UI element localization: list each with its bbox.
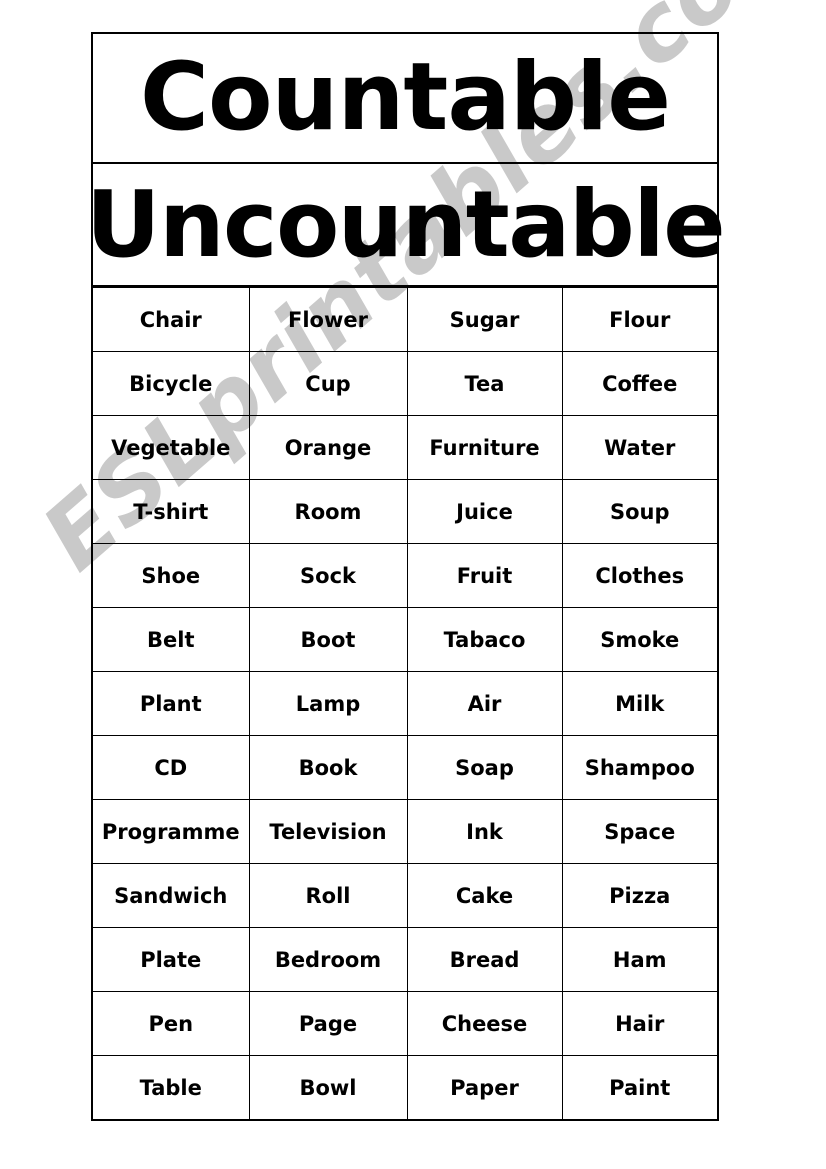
word-cell: Vegetable <box>93 415 250 480</box>
countable-header-band: Countable <box>93 34 717 162</box>
word-cell: Juice <box>406 479 563 544</box>
word-cell: Paint <box>561 1055 717 1119</box>
word-cell: Plant <box>93 671 250 736</box>
word-cell: Fruit <box>406 543 563 608</box>
countable-heading: Countable <box>139 43 671 152</box>
word-cell: Furniture <box>406 415 563 480</box>
word-cell: Space <box>561 799 717 864</box>
word-cell: Sandwich <box>93 863 250 928</box>
table-row: Vegetable Orange Furniture Water <box>93 415 717 480</box>
uncountable-header-band: Uncountable <box>86 162 726 287</box>
word-cell: Ink <box>406 799 563 864</box>
word-cell: Hair <box>561 991 717 1056</box>
word-cell: Paper <box>406 1055 563 1119</box>
word-cell: Plate <box>93 927 250 992</box>
table-row: Pen Page Cheese Hair <box>93 991 717 1056</box>
word-cell: Soup <box>561 479 717 544</box>
word-cell: Bowl <box>248 1055 408 1119</box>
word-cell: Milk <box>561 671 717 736</box>
worksheet-sheet: Countable Uncountable Chair Flower Sugar Fl… <box>86 32 726 1121</box>
word-cell: Clothes <box>561 543 717 608</box>
table-row: Bicycle Cup Tea Coffee <box>93 351 717 416</box>
word-cell: Roll <box>248 863 408 928</box>
word-cell: Shoe <box>93 543 250 608</box>
word-table: Chair Flower Sugar Flour Bicycle Cup Tea Coffee… <box>93 287 717 1119</box>
word-cell: Tabaco <box>406 607 563 672</box>
table-row: Belt Boot Tabaco Smoke <box>93 607 717 672</box>
word-cell: Smoke <box>561 607 717 672</box>
uncountable-heading: Uncountable <box>85 170 726 278</box>
word-cell: Flower <box>248 287 408 352</box>
word-cell: Bread <box>406 927 563 992</box>
table-row: Table Bowl Paper Paint <box>93 1055 717 1119</box>
word-cell: Bedroom <box>248 927 408 992</box>
word-cell: Flour <box>561 287 717 352</box>
word-cell: Room <box>248 479 408 544</box>
word-cell: Page <box>248 991 408 1056</box>
word-cell: Pizza <box>561 863 717 928</box>
word-cell: Soap <box>406 735 563 800</box>
word-cell: Cup <box>248 351 408 416</box>
word-cell: Chair <box>93 287 250 352</box>
word-cell: Pen <box>93 991 250 1056</box>
word-cell: Cake <box>406 863 563 928</box>
table-row: Programme Television Ink Space <box>93 799 717 864</box>
word-cell: Lamp <box>248 671 408 736</box>
word-table-body: Chair Flower Sugar Flour Bicycle Cup Tea Coffee… <box>93 287 717 1119</box>
table-row: CD Book Soap Shampoo <box>93 735 717 800</box>
table-row: Plate Bedroom Bread Ham <box>93 927 717 992</box>
table-row: Shoe Sock Fruit Clothes <box>93 543 717 608</box>
word-cell: Orange <box>248 415 408 480</box>
table-row: Chair Flower Sugar Flour <box>93 287 717 352</box>
word-cell: Book <box>248 735 408 800</box>
word-cell: Cheese <box>406 991 563 1056</box>
word-cell: Coffee <box>561 351 717 416</box>
word-cell: Ham <box>561 927 717 992</box>
word-cell: Sock <box>248 543 408 608</box>
word-cell: CD <box>93 735 250 800</box>
word-cell: T-shirt <box>93 479 250 544</box>
word-cell: Air <box>406 671 563 736</box>
word-cell: Shampoo <box>561 735 717 800</box>
word-cell: Sugar <box>406 287 563 352</box>
word-cell: Boot <box>248 607 408 672</box>
word-cell: Television <box>248 799 408 864</box>
word-cell: Tea <box>406 351 563 416</box>
word-cell: Table <box>93 1055 250 1119</box>
word-cell: Water <box>561 415 717 480</box>
table-row: Plant Lamp Air Milk <box>93 671 717 736</box>
word-cell: Bicycle <box>93 351 250 416</box>
table-row: Sandwich Roll Cake Pizza <box>93 863 717 928</box>
word-cell: Belt <box>93 607 250 672</box>
table-row: T-shirt Room Juice Soup <box>93 479 717 544</box>
word-cell: Programme <box>93 799 250 864</box>
